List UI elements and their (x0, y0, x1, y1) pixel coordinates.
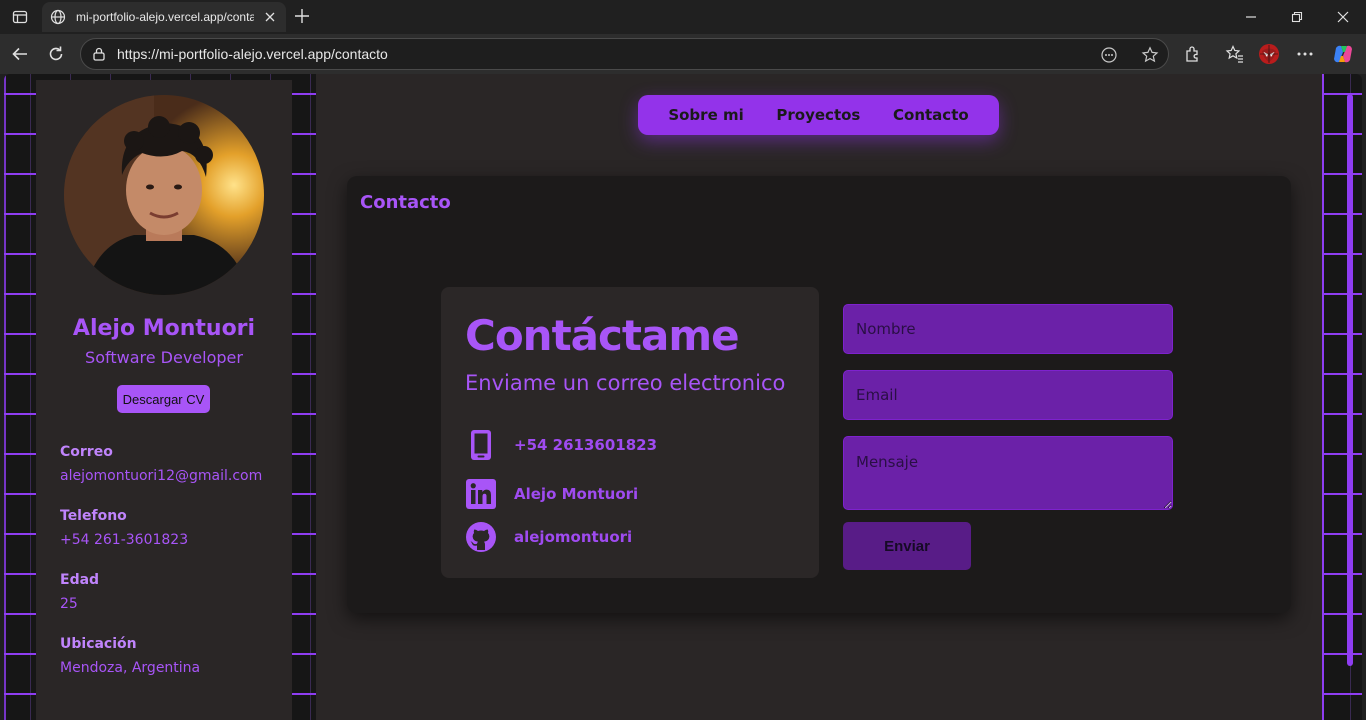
github-icon (465, 521, 497, 553)
copilot-icon[interactable] (1332, 43, 1354, 65)
close-window-icon[interactable] (1332, 6, 1354, 28)
section-title: Contacto (360, 192, 451, 213)
profile-avatar-icon[interactable] (1258, 43, 1280, 65)
contact-github-text[interactable]: alejomontuori (514, 528, 632, 546)
nav-link-contact[interactable]: Contacto (893, 106, 969, 124)
contact-item-github[interactable]: alejomontuori (465, 521, 632, 553)
send-button[interactable]: Enviar (843, 522, 971, 570)
profile-name: Alejo Montuori (72, 316, 256, 341)
back-icon[interactable] (8, 42, 32, 66)
contact-info-panel: Contáctame Enviame un correo electronico… (441, 287, 819, 578)
contact-subheading: Enviame un correo electronico (465, 371, 786, 395)
site-info-icon[interactable] (91, 46, 107, 62)
contact-item-linkedin[interactable]: Alejo Montuori (465, 478, 638, 510)
info-value-phone: +54 261-3601823 (60, 532, 189, 548)
new-tab-icon[interactable] (292, 6, 312, 26)
url-text[interactable]: https://mi-portfolio-alejo.vercel.app/co… (117, 46, 388, 62)
contact-section: Contacto Contáctame Enviame un correo el… (347, 176, 1291, 613)
nav-link-projects[interactable]: Proyectos (776, 106, 860, 124)
page-viewport: Alejo Montuori Software Developer Descar… (4, 74, 1362, 720)
browser-tab[interactable]: mi-portfolio-alejo.vercel.app/contacto (42, 2, 286, 32)
read-aloud-icon[interactable] (1100, 46, 1118, 64)
left-border-line (4, 74, 6, 720)
linkedin-icon (465, 478, 497, 510)
favorites-icon[interactable] (1224, 43, 1246, 65)
info-value-age: 25 (60, 596, 78, 612)
browser-tab-bar: mi-portfolio-alejo.vercel.app/contacto (0, 0, 1366, 34)
phone-icon (465, 429, 497, 461)
nav-link-about[interactable]: Sobre mi (668, 106, 743, 124)
right-border-line (1322, 74, 1324, 720)
info-value-email[interactable]: alejomontuori12@gmail.com (60, 468, 262, 484)
more-menu-icon[interactable] (1294, 43, 1316, 65)
close-tab-icon[interactable] (262, 9, 278, 25)
restore-icon[interactable] (1286, 6, 1308, 28)
minimize-icon[interactable] (1240, 6, 1262, 28)
contact-phone-text: +54 2613601823 (514, 436, 658, 454)
name-input[interactable] (843, 304, 1173, 354)
browser-toolbar: https://mi-portfolio-alejo.vercel.app/co… (0, 34, 1366, 74)
info-label-age: Edad (60, 572, 100, 588)
address-bar[interactable]: https://mi-portfolio-alejo.vercel.app/co… (80, 38, 1169, 70)
info-label-phone: Telefono (60, 508, 127, 524)
download-cv-button[interactable]: Descargar CV (117, 385, 210, 413)
message-textarea[interactable] (843, 436, 1173, 510)
info-label-email: Correo (60, 444, 113, 460)
profile-sidebar: Alejo Montuori Software Developer Descar… (36, 80, 292, 720)
favorite-star-icon[interactable] (1141, 46, 1159, 64)
email-input[interactable] (843, 370, 1173, 420)
profile-role: Software Developer (85, 348, 243, 367)
main-nav: Sobre mi Proyectos Contacto (638, 95, 999, 135)
contact-linkedin-text[interactable]: Alejo Montuori (514, 485, 638, 503)
reload-icon[interactable] (44, 42, 68, 66)
page-scrollbar[interactable] (1347, 94, 1353, 666)
avatar (64, 95, 264, 295)
contact-heading: Contáctame (465, 311, 740, 360)
tab-title: mi-portfolio-alejo.vercel.app/contacto (76, 10, 254, 24)
extensions-icon[interactable] (1182, 43, 1204, 65)
contact-item-phone: +54 2613601823 (465, 429, 657, 461)
tab-actions-icon[interactable] (8, 6, 32, 28)
info-label-location: Ubicación (60, 636, 137, 652)
info-value-location: Mendoza, Argentina (60, 660, 201, 676)
globe-icon (50, 9, 66, 25)
